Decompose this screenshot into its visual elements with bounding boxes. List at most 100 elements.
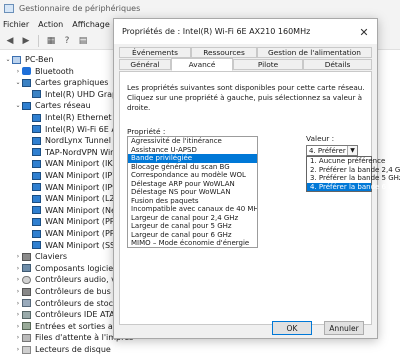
tab-ressources[interactable]: Ressources [191, 47, 257, 58]
device-tree-item[interactable]: › Contrôleurs audio, vidé [14, 274, 128, 285]
device-tree-item[interactable]: WAN Miniport (Netv [24, 205, 124, 216]
device-tree-label: WAN Miniport (IPv6 [45, 182, 122, 192]
chevron-right-icon[interactable]: › [14, 253, 22, 260]
device-tree-item[interactable]: ⌄ Cartes réseau [14, 100, 91, 111]
device-tree-item[interactable]: WAN Miniport (L2TP [24, 193, 124, 204]
device-tree-label: TAP-NordVPN Wind [45, 147, 121, 157]
help-icon[interactable]: ? [61, 35, 73, 47]
property-list-item[interactable]: Assistance U-APSD [128, 146, 257, 155]
value-option[interactable]: 1. Aucune préférence [307, 157, 385, 166]
chevron-right-icon[interactable]: › [14, 265, 22, 272]
device-tree-item[interactable]: › Bluetooth [14, 66, 74, 77]
chevron-right-icon[interactable]: › [14, 346, 22, 353]
chevron-right-icon[interactable]: › [14, 300, 22, 307]
property-list-item[interactable]: Largeur de canal pour 6 GHz [128, 231, 257, 240]
value-option[interactable]: 4. Préférer la bande 6 GHz [307, 182, 400, 191]
device-tree-item[interactable]: WAN Miniport (SSTF [24, 240, 125, 251]
advanced-panel: Les propriétés suivantes sont disponible… [119, 71, 400, 325]
property-label: Propriété : [127, 127, 166, 136]
device-tree-label: Cartes graphiques [35, 78, 109, 88]
property-list-item[interactable]: Blocage général du scan BG [128, 163, 257, 172]
chevron-right-icon[interactable]: › [14, 68, 22, 75]
property-list-item[interactable]: Incompatible avec canaux de 40 MHz [128, 205, 257, 214]
scan-hardware-icon[interactable]: ▤ [77, 35, 89, 47]
audio-io-icon [22, 322, 31, 331]
properties-icon[interactable]: ▦ [45, 35, 57, 47]
property-list-item[interactable]: Largeur de canal pour 2,4 GHz [128, 214, 257, 223]
value-option[interactable]: 3. Préférer la bande 5 GHz [307, 174, 400, 183]
chevron-down-icon[interactable]: ⌄ [14, 102, 22, 109]
chevron-right-icon[interactable]: › [14, 311, 22, 318]
property-list-item[interactable]: Délestage NS pour WoWLAN [128, 188, 257, 197]
device-tree-item[interactable]: WAN Miniport (IP) [24, 170, 115, 181]
network-adapter-icon [32, 113, 41, 122]
property-list-item[interactable]: Délestage ARP pour WoWLAN [128, 180, 257, 189]
value-label: Valeur : [306, 134, 335, 143]
property-list[interactable]: Agressivité de l'itinérance Assistance U-… [127, 136, 258, 248]
device-tree-item[interactable]: TAP-NordVPN Wind [24, 147, 120, 158]
tab-evenements[interactable]: Événements [119, 47, 191, 58]
property-list-item[interactable]: Largeur de canal pour 5 GHz [128, 222, 257, 231]
device-tree-item[interactable]: › Composants logiciels [14, 263, 120, 274]
back-arrow-icon[interactable]: ◀ [4, 35, 16, 47]
tab-pilote[interactable]: Pilote [233, 59, 303, 70]
storage-icon [22, 299, 31, 308]
software-component-icon [22, 264, 31, 273]
value-option[interactable]: 2. Préférer la bande 2,4 GHz [307, 166, 400, 175]
ok-button[interactable]: OK [272, 321, 312, 335]
device-tree-label: WAN Miniport (PPP [45, 217, 120, 227]
properties-dialog: Propriétés de : Intel(R) Wi-Fi 6E AX210 … [113, 18, 400, 339]
chevron-right-icon[interactable]: › [14, 334, 22, 341]
tab-strip: Événements Ressources Gestion de l'alime… [119, 47, 372, 71]
property-list-item[interactable]: MIMO – Mode économie d'énergie [128, 239, 257, 247]
tab-gestion-alimentation[interactable]: Gestion de l'alimentation [257, 47, 372, 58]
property-list-item[interactable]: Agressivité de l'itinérance [128, 137, 257, 146]
forward-arrow-icon[interactable]: ▶ [20, 35, 32, 47]
menu-action[interactable]: Action [38, 20, 63, 29]
cancel-button[interactable]: Annuler [324, 321, 364, 335]
chevron-down-icon[interactable]: ⌄ [4, 56, 12, 63]
device-tree-item[interactable]: › Claviers [14, 251, 67, 262]
tab-details[interactable]: Détails [303, 59, 372, 70]
close-icon[interactable]: ✕ [357, 25, 371, 39]
chevron-right-icon[interactable]: › [14, 323, 22, 330]
value-dropdown: 1. Aucune préférence 2. Préférer la bande… [306, 156, 400, 192]
tab-general[interactable]: Général [119, 59, 171, 70]
device-tree-label: Cartes réseau [35, 101, 91, 111]
device-tree-item[interactable]: › Contrôleurs IDE ATA/AT [14, 309, 127, 320]
menu-affichage[interactable]: Affichage [72, 20, 110, 29]
device-tree-item[interactable]: ⌄ PC-Ben [4, 54, 54, 65]
device-tree-item[interactable]: › Lecteurs de disque [14, 344, 111, 355]
device-tree-item[interactable]: ⌄ Cartes graphiques [14, 77, 108, 88]
device-tree-label: Bluetooth [35, 66, 74, 76]
chevron-right-icon[interactable]: › [14, 276, 22, 283]
property-list-item[interactable]: Correspondance au modèle WOL [128, 171, 257, 180]
network-adapter-icon [32, 229, 41, 238]
device-tree-item[interactable]: WAN Miniport (IKEv [24, 158, 122, 169]
value-combobox[interactable]: 4. Préférer la ▼ [306, 145, 358, 156]
device-tree-label: Claviers [35, 252, 68, 262]
property-list-item[interactable]: Bande privilégiée [128, 154, 257, 163]
device-tree-label: PC-Ben [25, 55, 54, 64]
chevron-down-icon[interactable]: ▼ [347, 146, 357, 155]
device-tree-item[interactable]: Intel(R) Wi-Fi 6E AX2 [24, 124, 127, 135]
tab-avance[interactable]: Avancé [171, 58, 233, 71]
network-adapter-icon [32, 159, 41, 168]
toolbar-divider [38, 34, 39, 47]
device-tree-item[interactable]: WAN Miniport (IPv6 [24, 182, 122, 193]
network-adapter-icon [32, 148, 41, 157]
device-tree-label: Lecteurs de disque [35, 345, 111, 354]
chevron-right-icon[interactable]: › [14, 288, 22, 295]
menu-fichier[interactable]: Fichier [3, 20, 29, 29]
audio-icon [22, 275, 31, 284]
network-adapter-icon [32, 206, 41, 215]
property-list-item[interactable]: Fusion des paquets [128, 197, 257, 206]
chevron-down-icon[interactable]: ⌄ [14, 79, 22, 86]
device-tree-item[interactable]: WAN Miniport (PPP [24, 216, 119, 227]
display-adapter-icon [22, 78, 31, 87]
device-tree-label: NordLynx Tunnel [45, 136, 111, 146]
device-tree-label: WAN Miniport (IKEv [45, 159, 123, 169]
device-tree-item[interactable]: WAN Miniport (PPT [24, 228, 120, 239]
device-tree-label: WAN Miniport (IP) [45, 171, 116, 180]
device-tree-item[interactable]: NordLynx Tunnel [24, 135, 111, 146]
